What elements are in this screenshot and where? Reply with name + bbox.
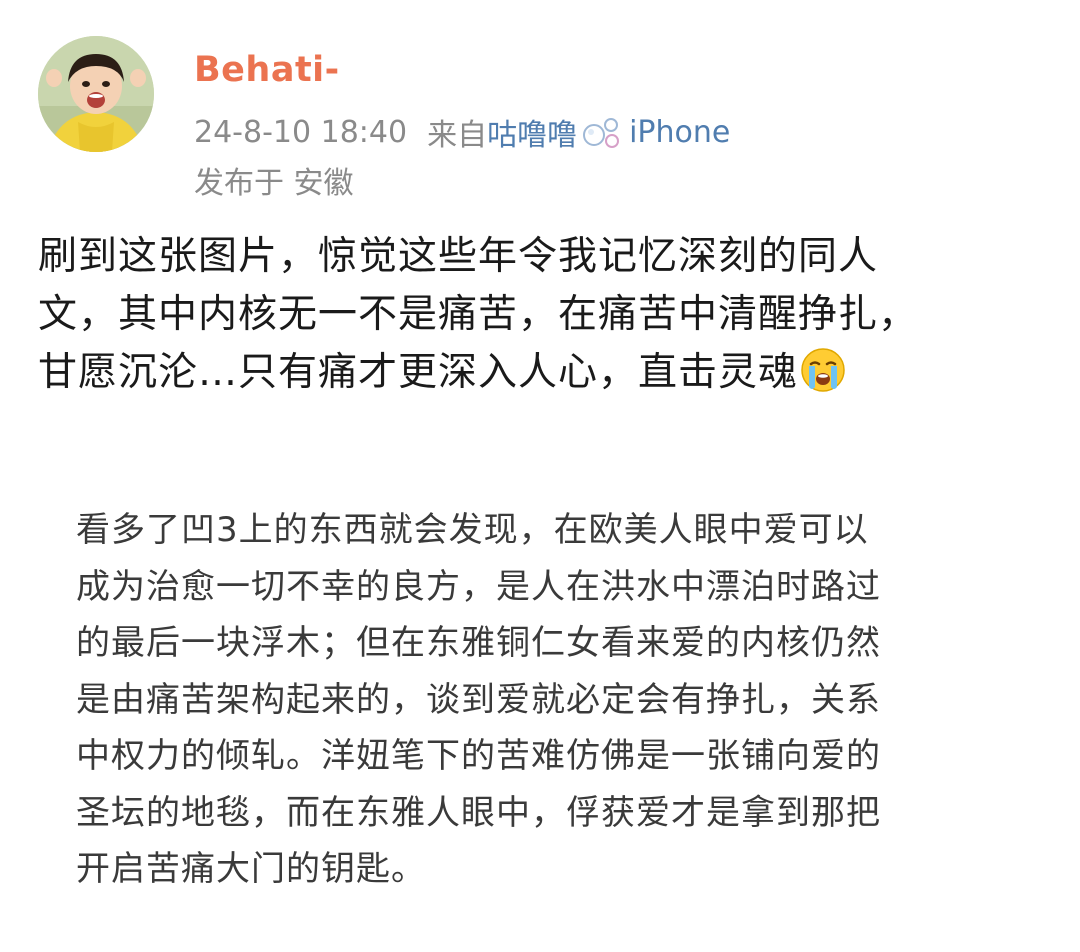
bubbles-icon	[581, 115, 625, 149]
avatar[interactable]	[38, 36, 154, 152]
post-meta: 24-8-10 18:40 来自 咕噜噜 iPhone	[194, 110, 730, 154]
source-app-link[interactable]: 咕噜噜	[487, 110, 577, 154]
post-body-line: 刷到这张图片，惊觉这些年令我记忆深刻的同人	[38, 234, 879, 279]
child-photo-avatar-icon	[38, 36, 154, 152]
username[interactable]: Behati-	[194, 50, 340, 90]
quoted-line: 是由痛苦架构起来的，谈到爱就必定会有挣扎，关系	[76, 679, 881, 720]
post-timestamp: 24-8-10 18:40	[194, 114, 408, 150]
quoted-screenshot-image[interactable]: 看多了凹3上的东西就会发现，在欧美人眼中爱可以 成为治愈一切不幸的良方，是人在洪…	[38, 478, 1042, 918]
source-prefix: 来自	[427, 118, 488, 153]
source-device-link[interactable]: iPhone	[629, 115, 730, 150]
post-location: 发布于 安徽	[194, 166, 354, 201]
post-body-line: 文，其中内核无一不是痛苦，在痛苦中清醒挣扎，	[38, 292, 919, 337]
quoted-line: 看多了凹3上的东西就会发现，在欧美人眼中爱可以	[76, 510, 869, 550]
quoted-line: 开启苦痛大门的钥匙。	[76, 849, 426, 889]
quoted-text: 看多了凹3上的东西就会发现，在欧美人眼中爱可以 成为治愈一切不幸的良方，是人在洪…	[76, 502, 1016, 898]
post-body-line-text: 甘愿沉沦…只有痛才更深入人心，直击灵魂	[38, 350, 799, 395]
post-body: 刷到这张图片，惊觉这些年令我记忆深刻的同人 文，其中内核无一不是痛苦，在痛苦中清…	[38, 228, 1048, 402]
quoted-line: 圣坛的地毯，而在东雅人眼中，俘获爱才是拿到那把	[76, 792, 881, 833]
post-body-line-last: 甘愿沉沦…只有痛才更深入人心，直击灵魂	[38, 344, 1048, 402]
post-header: Behati- 24-8-10 18:40 来自 咕噜噜 iPhone 发布于 …	[38, 36, 1038, 206]
quoted-line: 成为治愈一切不幸的良方，是人在洪水中漂泊时路过	[76, 566, 881, 607]
quoted-line: 的最后一块浮木；但在东雅铜仁女看来爱的内核仍然	[76, 623, 881, 663]
crying-face-emoji-icon	[800, 347, 846, 393]
quoted-line: 中权力的倾轧。洋妞笔下的苦难仿佛是一张铺向爱的	[76, 736, 881, 776]
